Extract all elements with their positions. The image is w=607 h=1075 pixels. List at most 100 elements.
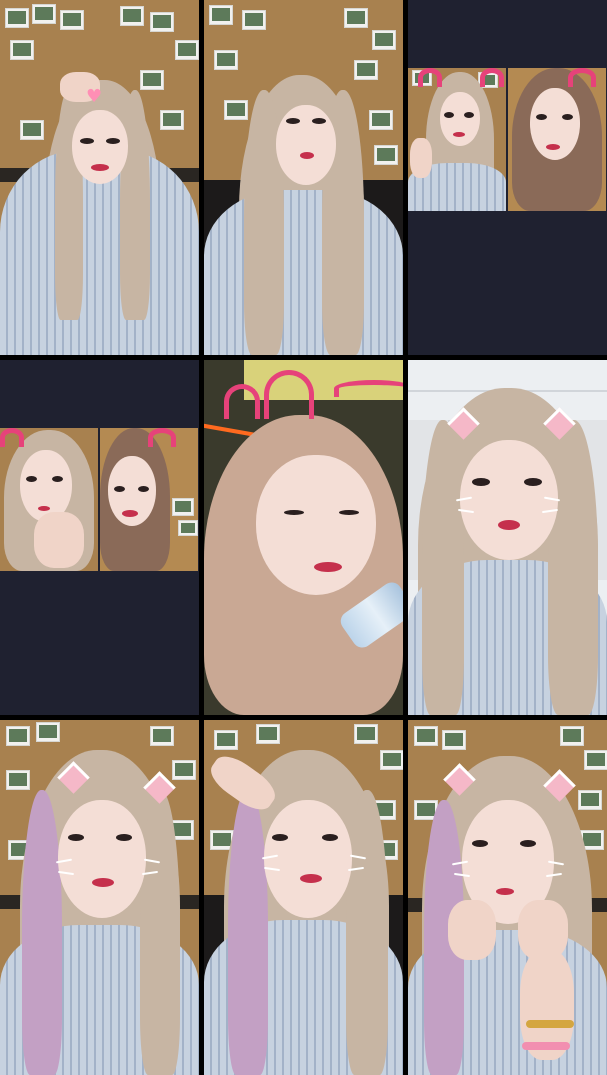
wall-photo: [354, 724, 378, 744]
pink-ear-effect: [418, 68, 442, 87]
wall-photo: [36, 722, 60, 742]
wall-photo: [32, 4, 56, 24]
video-tile-9[interactable]: [408, 720, 607, 1075]
eye: [524, 478, 542, 486]
pink-ear-effect: [264, 370, 314, 419]
video-grid: ♥: [0, 0, 607, 1075]
split-video-right: [508, 68, 606, 211]
pink-ear-effect: [224, 384, 260, 419]
wall-photo: [172, 760, 196, 780]
hair-strand: [22, 790, 62, 1075]
wall-photo: [380, 750, 403, 770]
wall-photo: [172, 498, 194, 516]
lip: [453, 132, 465, 137]
eye: [520, 840, 536, 847]
video-tile-7[interactable]: [0, 720, 199, 1075]
eye: [68, 834, 84, 841]
hair-strand: [228, 790, 268, 1075]
eye: [114, 486, 125, 492]
wall-photo: [578, 790, 602, 810]
wall-photo: [175, 40, 199, 60]
wall-photo: [5, 8, 29, 28]
eye: [138, 486, 149, 492]
eye: [464, 112, 474, 118]
face: [256, 455, 376, 595]
eye: [444, 112, 454, 118]
eye: [26, 476, 37, 482]
wall-photo: [560, 726, 584, 746]
wall-photo: [214, 50, 238, 70]
wall-photo: [6, 770, 30, 790]
eye: [562, 114, 573, 120]
heart-icon: ♥: [86, 86, 103, 107]
bracelet: [522, 1042, 570, 1050]
pink-ear-effect: [334, 380, 403, 397]
wall-photo: [150, 12, 174, 32]
lip: [498, 520, 520, 530]
split-video-left: [0, 428, 98, 571]
wall-photo: [178, 520, 198, 536]
face: [440, 92, 480, 146]
hair-strand: [346, 790, 388, 1075]
eye: [322, 834, 338, 841]
pink-ear-effect: [480, 68, 504, 87]
hair-strand: [120, 90, 150, 320]
eye: [312, 118, 326, 124]
hair-strand: [140, 790, 180, 1075]
wall-photo: [242, 10, 266, 30]
wall-photo: [369, 110, 393, 130]
split-video-right: [100, 428, 198, 571]
split-video-left: [408, 68, 506, 211]
wall-photo: [374, 145, 398, 165]
video-tile-8[interactable]: [204, 720, 403, 1075]
eye: [52, 476, 63, 482]
pink-ear-effect: [148, 428, 176, 447]
video-tile-3[interactable]: [408, 0, 607, 355]
hand: [34, 512, 84, 568]
eye: [472, 840, 488, 847]
hand: [448, 900, 496, 960]
face: [264, 800, 352, 918]
wall-photo: [60, 10, 84, 30]
video-tile-6[interactable]: [408, 360, 607, 715]
hair-strand: [548, 420, 598, 715]
pink-ear-effect: [568, 68, 596, 87]
video-tile-4[interactable]: [0, 360, 199, 715]
lip: [92, 878, 114, 887]
face: [460, 440, 558, 560]
eye: [536, 114, 547, 120]
video-tile-1[interactable]: ♥: [0, 0, 199, 355]
wall-photo: [442, 730, 466, 750]
face: [72, 110, 128, 184]
hair-strand: [422, 420, 464, 715]
pink-ear-effect: [0, 428, 24, 447]
shirt: [204, 190, 403, 355]
lip: [546, 144, 560, 150]
wall-photo: [160, 110, 184, 130]
wall-photo: [224, 100, 248, 120]
lip: [496, 888, 514, 895]
wall-photo: [140, 70, 164, 90]
video-tile-5[interactable]: [204, 360, 403, 715]
wall-photo: [150, 726, 174, 746]
lip: [91, 164, 109, 171]
eye: [80, 138, 94, 144]
wall-photo: [20, 120, 44, 140]
lip: [314, 562, 342, 572]
eye: [284, 510, 304, 515]
lip: [300, 152, 314, 159]
eye: [472, 478, 490, 486]
eye: [339, 510, 359, 515]
video-tile-2[interactable]: [204, 0, 403, 355]
wall-photo: [354, 60, 378, 80]
wall-photo: [120, 6, 144, 26]
wall-photo: [209, 5, 233, 25]
lip: [122, 510, 138, 517]
wall-photo: [256, 724, 280, 744]
wall-photo: [414, 726, 438, 746]
eye: [106, 138, 120, 144]
eye: [272, 834, 288, 841]
wall-photo: [6, 726, 30, 746]
bracelet: [526, 1020, 574, 1028]
wall-photo: [372, 30, 396, 50]
